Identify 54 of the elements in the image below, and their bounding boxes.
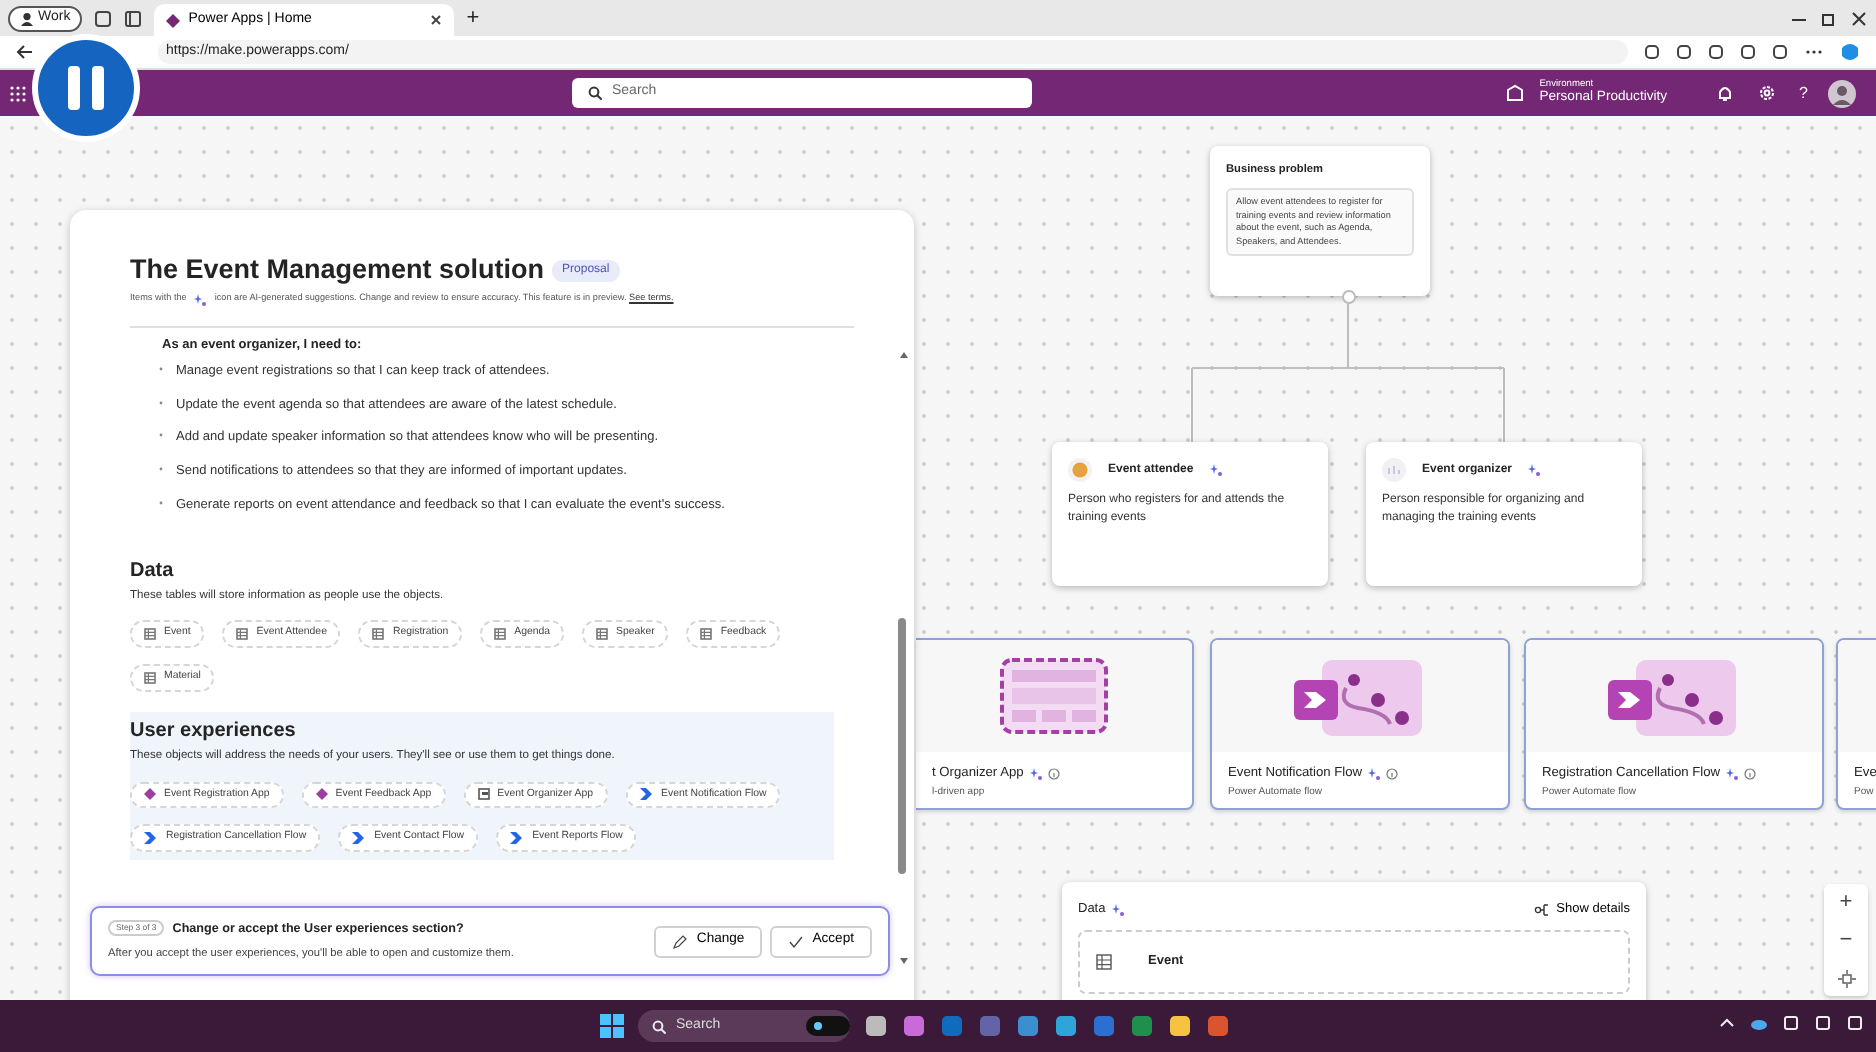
tab-actions-icon[interactable] <box>124 9 143 27</box>
table-icon <box>700 628 713 641</box>
panel-title: The Event Management solution <box>130 254 545 287</box>
help-button[interactable]: ? <box>1799 81 1808 105</box>
flow-icon <box>352 832 367 845</box>
sparkle-icon <box>1528 464 1541 476</box>
sparkle-icon <box>1726 767 1739 780</box>
scroll-up-icon <box>898 350 910 358</box>
pause-button[interactable] <box>32 34 140 142</box>
sparkle-icon <box>1111 903 1124 916</box>
settings-icon[interactable] <box>1757 84 1776 102</box>
fit-view-icon[interactable] <box>1837 969 1855 988</box>
flow-icon <box>144 832 158 845</box>
power-apps-icon <box>166 13 181 27</box>
sparkle-icon <box>1029 767 1042 780</box>
section-heading: User experiences <box>130 717 298 746</box>
back-arrow-icon[interactable] <box>16 44 34 60</box>
close-icon[interactable] <box>1850 9 1868 27</box>
checkmark-icon <box>788 933 805 949</box>
table-icon <box>372 628 385 641</box>
sparkle-icon <box>194 293 207 306</box>
model-app-illustration <box>998 656 1110 736</box>
table-icon <box>236 628 249 641</box>
workspaces-icon[interactable] <box>94 9 113 27</box>
flow-icon <box>639 788 654 801</box>
start-icon[interactable] <box>600 1014 624 1038</box>
cloud-icon[interactable] <box>1750 1014 1768 1032</box>
info-icon[interactable] <box>1386 767 1399 780</box>
info-icon[interactable] <box>1047 767 1060 780</box>
table-icon <box>144 671 156 684</box>
zoom-in-button[interactable]: + <box>1839 892 1853 915</box>
search-icon <box>652 1019 666 1033</box>
new-tab-button[interactable]: + <box>466 1 480 35</box>
scroll-down-icon <box>898 958 910 966</box>
close-icon[interactable] <box>430 14 443 26</box>
app-launcher-icon[interactable] <box>10 85 26 101</box>
section-heading: Data <box>130 557 176 586</box>
zoom-out-button[interactable]: − <box>1839 930 1853 953</box>
table-icon <box>144 628 156 641</box>
diagram-icon <box>1534 901 1551 918</box>
avatar-icon[interactable] <box>1828 79 1856 107</box>
table-icon <box>1096 953 1112 970</box>
sparkle-icon <box>1368 767 1381 780</box>
restore-icon[interactable] <box>1820 9 1838 27</box>
environment-icon[interactable] <box>1505 84 1524 102</box>
table-icon <box>494 628 507 641</box>
chevron-up-icon[interactable] <box>1718 1014 1736 1032</box>
pencil-icon <box>672 933 689 949</box>
flow-icon <box>510 832 525 845</box>
info-icon[interactable] <box>1744 767 1757 780</box>
table-icon <box>596 628 609 641</box>
search-icon <box>588 86 602 100</box>
sparkle-icon <box>1209 464 1222 476</box>
more-icon[interactable] <box>1804 48 1824 56</box>
